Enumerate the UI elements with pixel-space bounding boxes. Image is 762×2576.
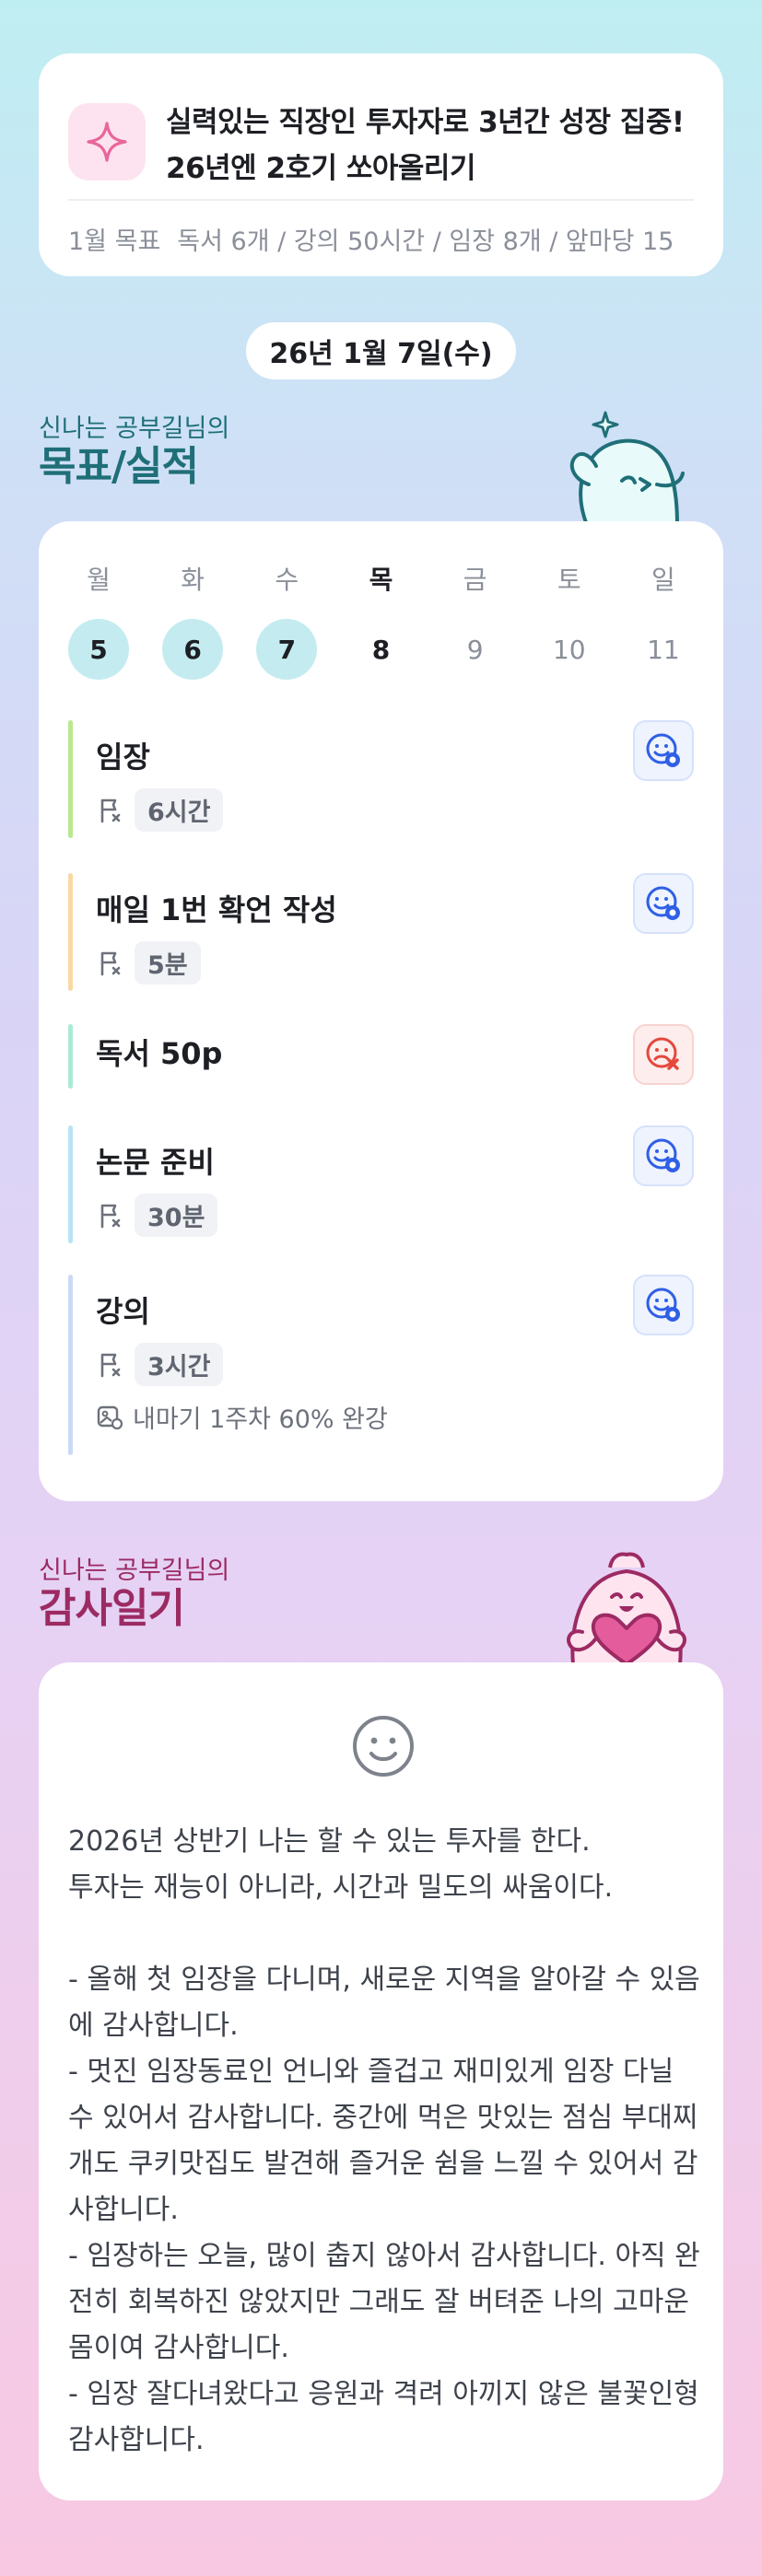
flag-icon — [100, 1353, 121, 1377]
task-color-bar — [68, 1125, 73, 1243]
weekday-label: 목 — [369, 565, 393, 595]
task-note: 내마기 1주차 60% 완강 — [96, 1399, 694, 1435]
task-name: 논문 준비 — [96, 1145, 215, 1180]
day-thu[interactable]: 목 8 — [350, 564, 411, 680]
smile-check-icon — [646, 733, 680, 767]
diary-section-owner: 신나는 공부길님의 — [39, 1556, 230, 1585]
task-color-bar — [68, 873, 73, 991]
task-color-bar — [68, 1024, 73, 1089]
task-duration: 6시간 — [135, 788, 224, 832]
smile-icon[interactable] — [351, 1714, 416, 1778]
task-duration: 30분 — [135, 1194, 218, 1237]
sparkle-icon — [68, 103, 146, 181]
plan-section-heading: 신나는 공부길님의 목표/실적 — [39, 414, 229, 490]
day-sat[interactable]: 토 10 — [539, 564, 600, 680]
mascot-heart-icon — [567, 1552, 686, 1664]
task-color-bar — [68, 1275, 73, 1455]
day-tue[interactable]: 화 6 — [162, 564, 224, 680]
image-note-icon — [97, 1405, 123, 1429]
goal-card[interactable]: 실력있는 직장인 투자자로 3년간 성장 집중! 26년엔 2호기 쏘아올리기 … — [39, 53, 723, 276]
task-name: 매일 1번 확언 작성 — [96, 892, 337, 927]
goal-items: 독서 6개 / 강의 50시간 / 임장 8개 / 앞마당 15 — [177, 227, 674, 256]
task-duration: 5분 — [135, 941, 201, 985]
weekday-label: 월 — [87, 565, 111, 595]
flag-icon — [100, 1204, 121, 1228]
week-calendar: 월 5 화 6 수 7 목 8 금 9 토 10 일 11 — [68, 521, 694, 680]
plan-card: 월 5 화 6 수 7 목 8 금 9 토 10 일 11 임장 6시간 매일 … — [39, 521, 723, 1501]
task-meta: 30분 — [96, 1194, 694, 1237]
diary-card: 2026년 상반기 나는 할 수 있는 투자를 한다. 투자는 재능이 아니라,… — [39, 1662, 723, 2500]
task-item[interactable]: 매일 1번 확언 작성 5분 — [68, 873, 694, 991]
task-name: 독서 50p — [96, 1036, 223, 1071]
goal-divider — [68, 199, 694, 201]
weekday-label: 토 — [557, 565, 581, 595]
day-number: 6 — [162, 619, 224, 680]
task-meta: 3시간 — [96, 1343, 694, 1386]
goal-month-label: 1월 목표 — [68, 227, 161, 256]
diary-section-title: 감사일기 — [39, 1585, 185, 1632]
goal-title: 실력있는 직장인 투자자로 3년간 성장 집중! 26년엔 2호기 쏘아올리기 — [166, 106, 685, 185]
status-fail-button[interactable] — [633, 1024, 694, 1085]
mascot-ghost-icon — [569, 411, 685, 525]
day-wed[interactable]: 수 7 — [256, 564, 318, 680]
status-success-button[interactable] — [633, 873, 694, 934]
weekday-label: 일 — [651, 565, 675, 595]
day-number: 5 — [68, 619, 129, 680]
smile-check-icon — [646, 1288, 680, 1322]
smile-check-icon — [646, 886, 680, 920]
goal-summary: 1월 목표 독서 6개 / 강의 50시간 / 임장 8개 / 앞마당 15 — [68, 221, 694, 257]
task-note-text: 내마기 1주차 60% 완강 — [133, 1405, 388, 1434]
task-duration: 3시간 — [135, 1343, 224, 1386]
plan-section-title: 목표/실적 — [39, 443, 199, 490]
task-name: 강의 — [96, 1294, 150, 1329]
weekday-label: 금 — [463, 565, 487, 595]
flag-icon — [100, 798, 121, 822]
task-item[interactable]: 임장 6시간 — [68, 720, 694, 838]
day-number: 10 — [552, 634, 586, 665]
status-success-button[interactable] — [633, 1125, 694, 1186]
task-item[interactable]: 논문 준비 30분 — [68, 1125, 694, 1243]
flag-icon — [100, 951, 121, 975]
status-success-button[interactable] — [633, 1275, 694, 1335]
frown-x-icon — [646, 1037, 679, 1070]
day-sun[interactable]: 일 11 — [633, 564, 694, 680]
diary-section-heading: 신나는 공부길님의 감사일기 — [39, 1556, 229, 1632]
task-meta: 6시간 — [96, 788, 694, 832]
task-meta: 5분 — [96, 941, 694, 985]
day-number: 9 — [466, 634, 484, 665]
day-number: 7 — [256, 619, 318, 680]
status-success-button[interactable] — [633, 720, 694, 781]
task-item[interactable]: 독서 50p — [68, 1024, 694, 1089]
task-color-bar — [68, 720, 73, 838]
weekday-label: 수 — [275, 565, 299, 595]
smile-check-icon — [646, 1138, 680, 1172]
day-number: 11 — [647, 634, 680, 665]
weekday-label: 화 — [181, 565, 205, 595]
date-selector[interactable]: 26년 1월 7일(수) — [246, 322, 516, 379]
task-name: 임장 — [96, 740, 150, 775]
day-fri[interactable]: 금 9 — [445, 564, 506, 680]
day-number: 8 — [371, 634, 391, 665]
diary-text: 2026년 상반기 나는 할 수 있는 투자를 한다. 투자는 재능이 아니라,… — [68, 1825, 700, 2456]
plan-section-owner: 신나는 공부길님의 — [39, 414, 230, 443]
day-mon[interactable]: 월 5 — [68, 564, 129, 680]
task-item[interactable]: 강의 3시간 내마기 1주차 60% 완강 — [68, 1275, 694, 1455]
